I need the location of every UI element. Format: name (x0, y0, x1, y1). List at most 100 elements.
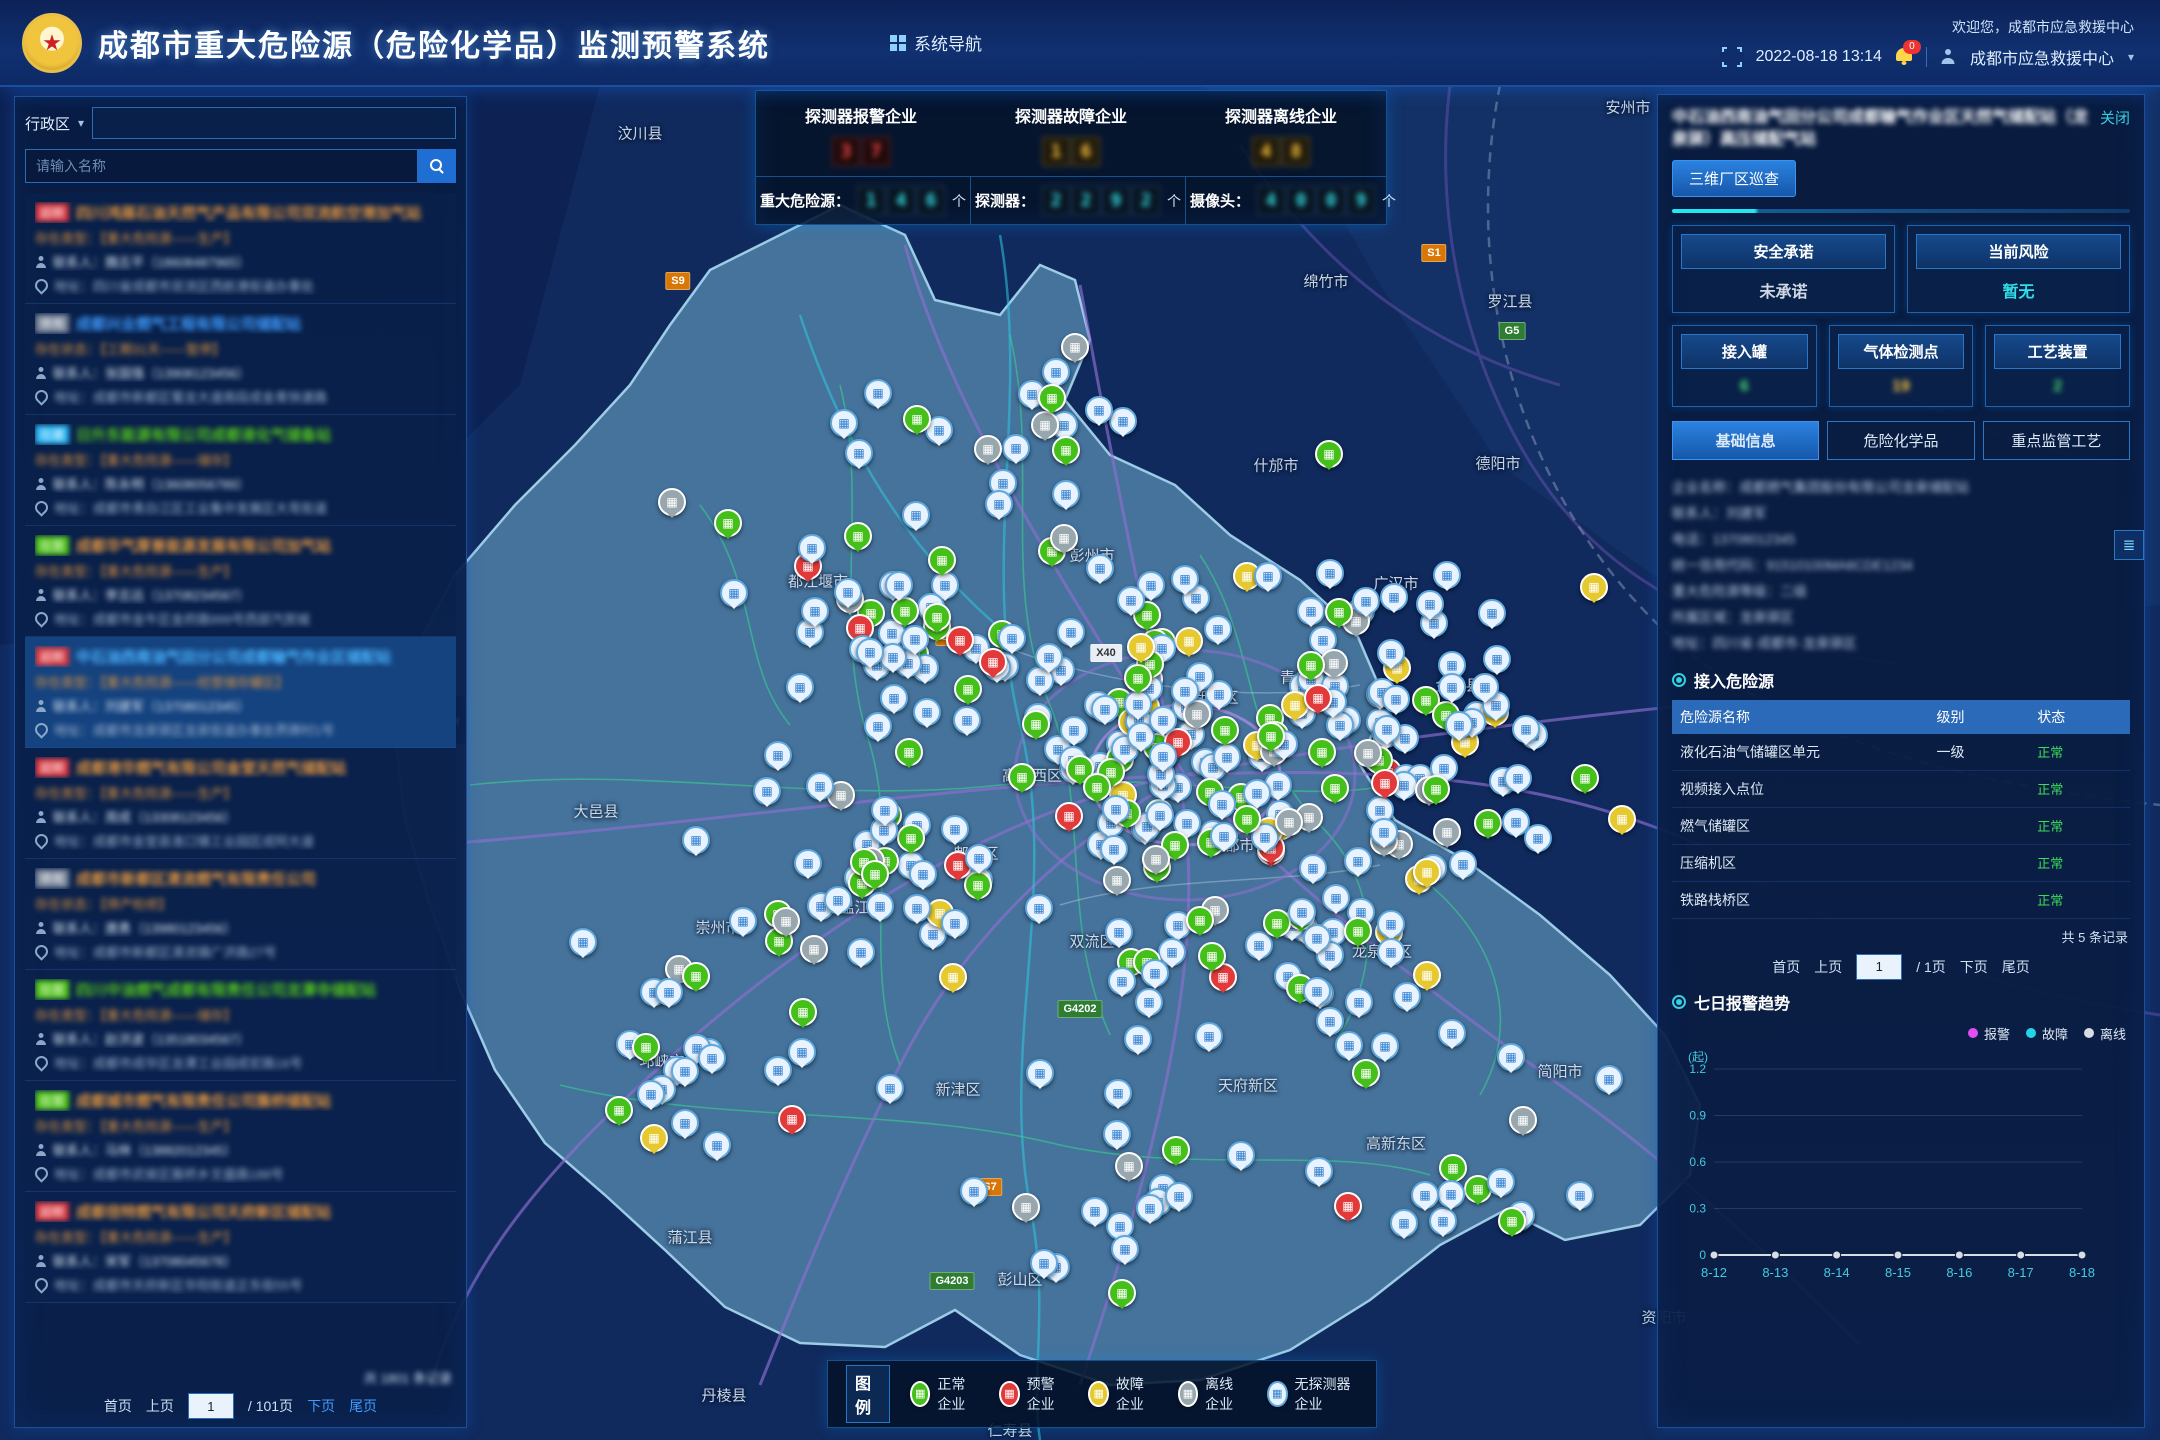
map-marker-plain[interactable]: ▦ (1377, 910, 1405, 938)
hazard-table-row[interactable]: 压缩机区正常 (1672, 844, 2130, 881)
map-marker-plain[interactable]: ▦ (1210, 822, 1238, 850)
map-marker-plain[interactable]: ▦ (1393, 982, 1421, 1010)
map-marker-alarm[interactable]: ▦ (1371, 769, 1399, 797)
map-marker-plain[interactable]: ▦ (985, 490, 1013, 518)
hazard-pager-first[interactable]: 首页 (1772, 957, 1800, 977)
company-list-item[interactable]: 超期 成都港华燃气有限公司金堂天然气储配站 存在类型：【重大危险源——生产】 联… (25, 748, 456, 859)
map-marker-plain[interactable]: ▦ (786, 673, 814, 701)
map-marker-plain[interactable]: ▦ (1595, 1065, 1623, 1093)
map-marker-plain[interactable]: ▦ (1390, 1209, 1418, 1237)
map-marker-plain[interactable]: ▦ (1377, 639, 1405, 667)
map-marker-normal[interactable]: ▦ (1571, 764, 1599, 792)
trend-legend-item[interactable]: 离线 (2084, 1024, 2126, 1043)
map-marker-plain[interactable]: ▦ (1297, 597, 1325, 625)
map-marker-normal[interactable]: ▦ (1052, 436, 1080, 464)
map-marker-plain[interactable]: ▦ (1305, 1157, 1333, 1185)
company-list-item[interactable]: 超期 四川鸿展石油天然气产品有限公司双流航空港加气站 存在类型：【重大危险源——… (25, 193, 456, 304)
map-marker-fault[interactable]: ▦ (1127, 633, 1155, 661)
map-marker-fault[interactable]: ▦ (1580, 573, 1608, 601)
company-list-item[interactable]: 超期 成都倍特燃气有限公司天府新区储配站 存在类型：【重大危险源——生产】 联系… (25, 1192, 456, 1303)
map-marker-plain[interactable]: ▦ (1288, 898, 1316, 926)
map-marker-plain[interactable]: ▦ (885, 571, 913, 599)
hazard-table-row[interactable]: 视频接入点位正常 (1672, 770, 2130, 807)
map-marker-plain[interactable]: ▦ (1104, 1079, 1132, 1107)
map-marker-alarm[interactable]: ▦ (946, 626, 974, 654)
map-marker-fault[interactable]: ▦ (1175, 627, 1203, 655)
map-marker-plain[interactable]: ▦ (847, 938, 875, 966)
map-marker-plain[interactable]: ▦ (856, 638, 884, 666)
map-marker-plain[interactable]: ▦ (1171, 677, 1199, 705)
map-marker-plain[interactable]: ▦ (830, 409, 858, 437)
map-marker-plain[interactable]: ▦ (880, 684, 908, 712)
map-marker-offline[interactable]: ▦ (1115, 1152, 1143, 1180)
hazard-table-row[interactable]: 铁路栈桥区正常 (1672, 881, 2130, 918)
map-marker-normal[interactable]: ▦ (682, 962, 710, 990)
map-marker-plain[interactable]: ▦ (1299, 854, 1327, 882)
map-marker-plain[interactable]: ▦ (1371, 1032, 1399, 1060)
map-marker-normal[interactable]: ▦ (1257, 722, 1285, 750)
map-marker-offline[interactable]: ▦ (1275, 808, 1303, 836)
trend-legend-item[interactable]: 故障 (2026, 1024, 2068, 1043)
company-list-item[interactable]: 在营 成都华气厚普能源发展有限公司加气站 存在类型：【重大危险源——生产】 联系… (25, 526, 456, 637)
map-marker-plain[interactable]: ▦ (876, 1074, 904, 1102)
map-marker-plain[interactable]: ▦ (1445, 711, 1473, 739)
map-marker-plain[interactable]: ▦ (806, 772, 834, 800)
map-marker-offline[interactable]: ▦ (1433, 818, 1461, 846)
map-marker-plain[interactable]: ▦ (1344, 847, 1372, 875)
map-marker-offline[interactable]: ▦ (1050, 524, 1078, 552)
map-marker-plain[interactable]: ▦ (1438, 673, 1466, 701)
org-menu[interactable]: 成都市应急救援中心 (1970, 45, 2114, 69)
map-marker-plain[interactable]: ▦ (866, 892, 894, 920)
map-marker-plain[interactable]: ▦ (1377, 938, 1405, 966)
fullscreen-icon[interactable] (1722, 47, 1742, 67)
map-marker-plain[interactable]: ▦ (1433, 561, 1461, 589)
hazard-table-row[interactable]: 燃气储罐区正常 (1672, 807, 2130, 844)
map-marker-plain[interactable]: ▦ (801, 597, 829, 625)
map-marker-normal[interactable]: ▦ (954, 675, 982, 703)
pager-page-input[interactable] (188, 1393, 234, 1419)
map-marker-plain[interactable]: ▦ (1416, 590, 1444, 618)
map-marker-plain[interactable]: ▦ (720, 579, 748, 607)
map-marker-normal[interactable]: ▦ (1321, 774, 1349, 802)
plant-3d-tour-button[interactable]: 三维厂区巡查 (1672, 160, 1796, 197)
map-marker-normal[interactable]: ▦ (1315, 440, 1343, 468)
map-marker-fault[interactable]: ▦ (939, 963, 967, 991)
district-caret-icon[interactable]: ▾ (78, 116, 84, 130)
pager-next[interactable]: 下页 (307, 1396, 335, 1416)
map-marker-plain[interactable]: ▦ (965, 844, 993, 872)
company-list-item[interactable]: 超期 中石油西南油气田分公司成都输气作业区储配站 存在类型：【重大危险源——经营… (25, 637, 456, 748)
map-marker-plain[interactable]: ▦ (1352, 587, 1380, 615)
map-marker-plain[interactable]: ▦ (1002, 434, 1030, 462)
map-marker-normal[interactable]: ▦ (1022, 710, 1050, 738)
map-marker-plain[interactable]: ▦ (1136, 1194, 1164, 1222)
map-marker-plain[interactable]: ▦ (1512, 715, 1540, 743)
map-marker-normal[interactable]: ▦ (1198, 942, 1226, 970)
map-marker-plain[interactable]: ▦ (671, 1057, 699, 1085)
map-marker-plain[interactable]: ▦ (637, 1080, 665, 1108)
map-marker-plain[interactable]: ▦ (1085, 396, 1113, 424)
map-marker-normal[interactable]: ▦ (1308, 738, 1336, 766)
map-marker-alarm[interactable]: ▦ (1055, 802, 1083, 830)
map-marker-fault[interactable]: ▦ (1413, 858, 1441, 886)
map-marker-plain[interactable]: ▦ (845, 439, 873, 467)
map-marker-plain[interactable]: ▦ (1146, 801, 1174, 829)
map-marker-normal[interactable]: ▦ (789, 998, 817, 1026)
pager-first[interactable]: 首页 (104, 1396, 132, 1416)
map-marker-plain[interactable]: ▦ (913, 698, 941, 726)
map-marker-normal[interactable]: ▦ (1038, 384, 1066, 412)
map-marker-plain[interactable]: ▦ (1086, 554, 1114, 582)
map-marker-plain[interactable]: ▦ (1504, 764, 1532, 792)
map-marker-normal[interactable]: ▦ (1474, 809, 1502, 837)
map-marker-plain[interactable]: ▦ (1497, 1043, 1525, 1071)
map-marker-plain[interactable]: ▦ (655, 978, 683, 1006)
map-marker-plain[interactable]: ▦ (998, 624, 1026, 652)
map-marker-normal[interactable]: ▦ (1263, 909, 1291, 937)
map-marker-plain[interactable]: ▦ (1030, 1249, 1058, 1277)
map-marker-plain[interactable]: ▦ (1335, 1031, 1363, 1059)
map-marker-plain[interactable]: ▦ (764, 741, 792, 769)
map-marker-normal[interactable]: ▦ (844, 522, 872, 550)
map-marker-alarm[interactable]: ▦ (1334, 1192, 1362, 1220)
map-marker-plain[interactable]: ▦ (1141, 959, 1169, 987)
map-marker-plain[interactable]: ▦ (1035, 643, 1063, 671)
hazard-pager-prev[interactable]: 上页 (1814, 957, 1842, 977)
